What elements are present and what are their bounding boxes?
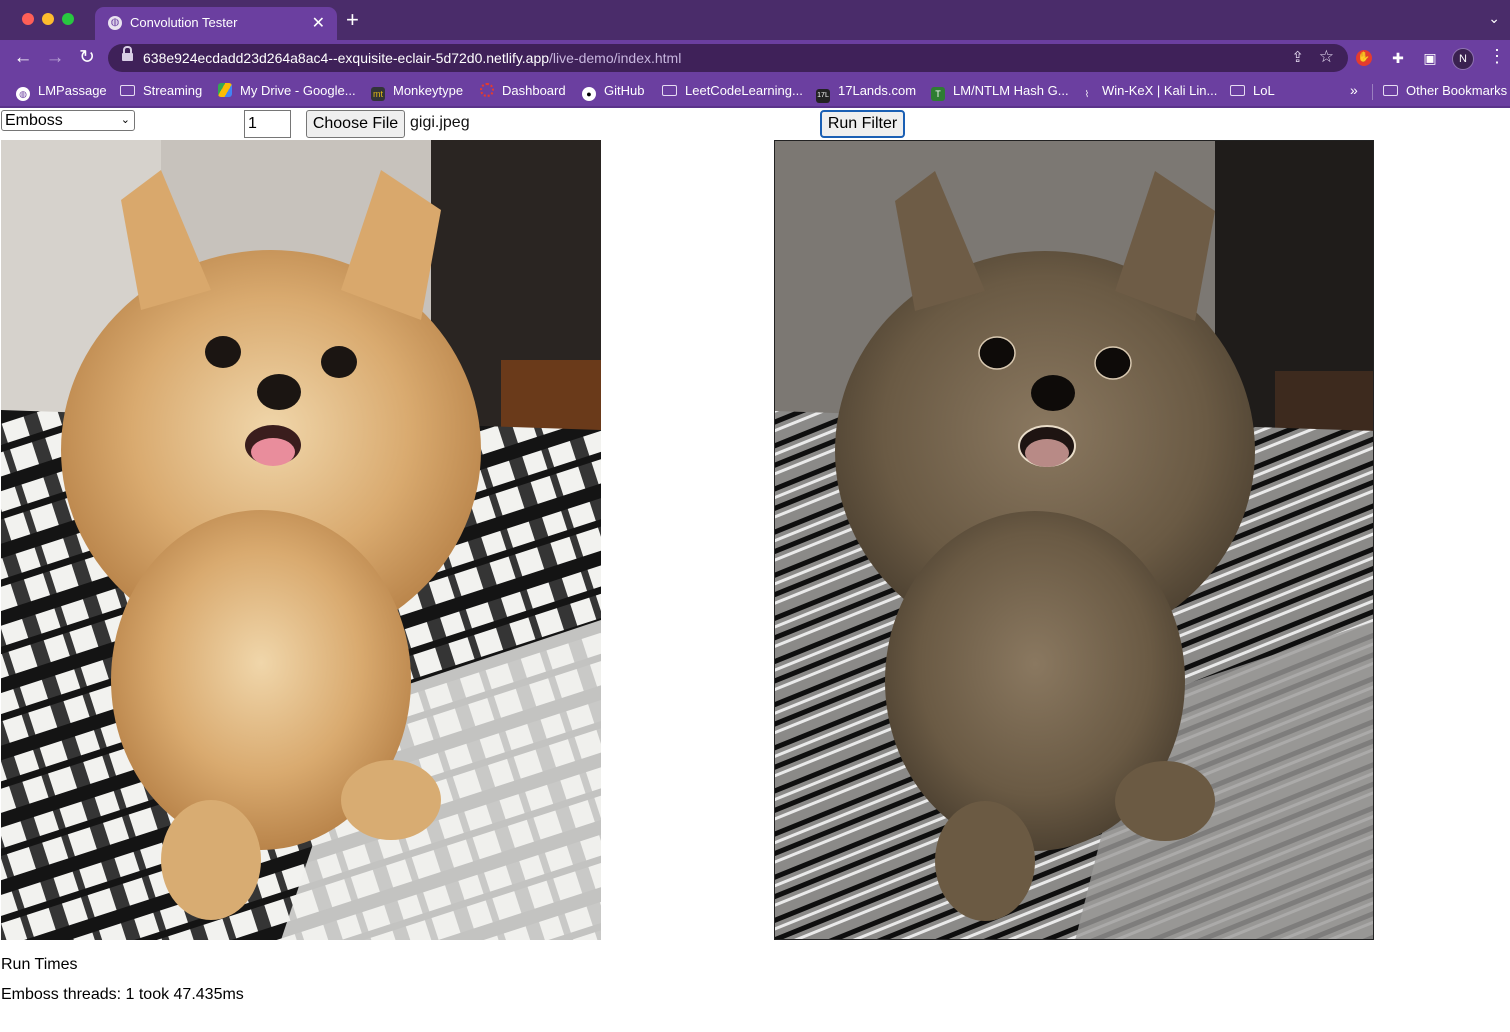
bookmark-streaming[interactable]: Streaming (120, 82, 202, 100)
thread-count-input[interactable]: 1 (244, 110, 291, 138)
avatar[interactable]: N (1452, 48, 1474, 70)
url-host: 638e924ecdadd23d264a8ac4--exquisite-ecla… (143, 50, 550, 66)
filter-select[interactable]: Emboss ⌄ (1, 110, 135, 131)
url-text[interactable]: 638e924ecdadd23d264a8ac4--exquisite-ecla… (143, 50, 681, 66)
bookmark-label: Streaming (143, 83, 203, 98)
dashboard-icon (480, 83, 494, 97)
bookmark-my-drive[interactable]: My Drive - Google... (218, 82, 356, 100)
original-image (1, 140, 601, 940)
t-icon: T (931, 87, 945, 101)
folder-icon (662, 85, 677, 96)
run-times-heading: Run Times (1, 956, 78, 973)
chevron-down-icon: ⌄ (120, 114, 130, 126)
run-filter-button[interactable]: Run Filter (820, 110, 905, 138)
filtered-image (774, 140, 1374, 940)
maximize-window-button[interactable] (62, 13, 74, 25)
bookmark-label: Win-KeX | Kali Lin... (1102, 83, 1218, 98)
lock-icon[interactable] (122, 46, 133, 61)
kali-icon: ⌇ (1084, 89, 1090, 99)
tab-title: Convolution Tester (130, 15, 238, 30)
browser-titlebar: ◍ Convolution Tester ✕ + ⌄ (0, 0, 1510, 40)
bookmark-17lands[interactable]: 17L 17Lands.com (816, 82, 917, 103)
star-icon[interactable]: ☆ (1319, 47, 1334, 67)
bookmark-label: LoL (1253, 83, 1275, 98)
bookmark-label: GitHub (604, 83, 645, 98)
17lands-icon: 17L (816, 89, 830, 103)
monkeytype-icon: mt (371, 87, 385, 101)
selected-file-name: gigi.jpeg (410, 114, 470, 131)
minimize-window-button[interactable] (42, 13, 54, 25)
drive-icon (218, 83, 232, 97)
bookmark-label: My Drive - Google... (240, 83, 356, 98)
bookmarks-divider (1372, 84, 1373, 100)
close-window-button[interactable] (22, 13, 34, 25)
bookmark-lmpassage[interactable]: ◍ LMPassage (16, 82, 107, 101)
back-button[interactable]: ← (10, 45, 36, 71)
bookmark-label: Dashboard (502, 83, 566, 98)
forward-button[interactable]: → (42, 45, 68, 71)
filter-select-value: Emboss (5, 112, 63, 129)
bookmark-github[interactable]: ● GitHub (582, 82, 645, 101)
bookmark-label: LM/NTLM Hash G... (953, 83, 1069, 98)
share-icon[interactable]: ⇪ (1291, 48, 1304, 66)
choose-file-button[interactable]: Choose File (306, 110, 405, 138)
github-icon: ● (582, 87, 596, 101)
folder-icon (1230, 85, 1245, 96)
side-panel-icon[interactable]: ▣ (1420, 48, 1440, 68)
menu-icon[interactable]: ⋮ (1488, 46, 1506, 67)
folder-icon (120, 85, 135, 96)
address-bar[interactable]: 638e924ecdadd23d264a8ac4--exquisite-ecla… (108, 44, 1348, 72)
close-icon[interactable]: ✕ (312, 13, 325, 33)
bookmark-ntlm[interactable]: T LM/NTLM Hash G... (931, 82, 1069, 101)
browser-tab[interactable]: ◍ Convolution Tester ✕ (95, 7, 337, 40)
reload-button[interactable]: ↻ (74, 45, 100, 71)
puzzle-icon[interactable]: ✚ (1388, 48, 1408, 68)
globe-icon: ◍ (16, 87, 30, 101)
bookmark-label: 17Lands.com (838, 83, 917, 98)
url-path: /live-demo/index.html (549, 50, 682, 66)
bookmark-dashboard[interactable]: Dashboard (480, 82, 566, 100)
bookmark-label: LeetCodeLearning... (685, 83, 803, 98)
bookmark-label: Monkeytype (393, 83, 464, 98)
globe-icon: ◍ (108, 16, 122, 30)
bookmark-lol[interactable]: LoL (1230, 82, 1275, 100)
bookmarks-overflow-button[interactable]: » (1350, 82, 1358, 98)
chevron-down-icon[interactable]: ⌄ (1488, 10, 1500, 27)
bookmark-label: LMPassage (38, 83, 107, 98)
other-bookmarks[interactable]: Other Bookmarks (1383, 82, 1507, 100)
folder-icon (1383, 85, 1398, 96)
extension-icon[interactable]: ✋ (1356, 50, 1372, 66)
run-time-entry: Emboss threads: 1 took 47.435ms (1, 986, 244, 1003)
bookmarks-bar: ◍ LMPassage Streaming My Drive - Google..… (0, 76, 1510, 108)
bookmark-monkeytype[interactable]: mt Monkeytype (371, 82, 464, 101)
bookmark-leetcode[interactable]: LeetCodeLearning... (662, 82, 803, 100)
bookmark-label: Other Bookmarks (1406, 83, 1508, 98)
bookmark-kali[interactable]: ⌇ Win-KeX | Kali Lin... (1080, 82, 1218, 100)
browser-toolbar: ← → ↻ 638e924ecdadd23d264a8ac4--exquisit… (0, 40, 1510, 76)
new-tab-button[interactable]: + (346, 8, 359, 32)
